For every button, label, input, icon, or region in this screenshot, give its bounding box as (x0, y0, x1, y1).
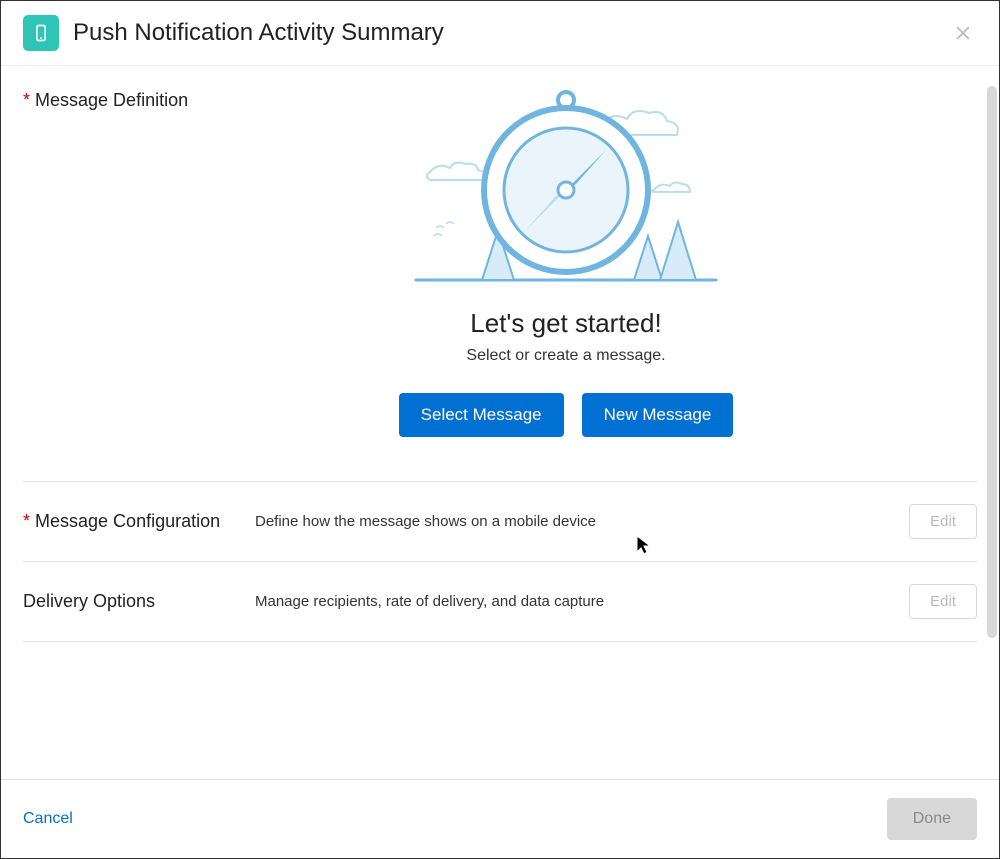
select-message-button[interactable]: Select Message (399, 393, 564, 437)
close-icon (954, 24, 972, 42)
modal-footer: Cancel Done (1, 779, 999, 858)
message-configuration-section: Message Configuration Define how the mes… (23, 482, 977, 562)
edit-configuration-button[interactable]: Edit (909, 504, 977, 539)
cancel-button[interactable]: Cancel (23, 810, 73, 828)
get-started-title: Let's get started! (470, 308, 661, 339)
compass-illustration (406, 80, 726, 290)
modal-body: Message Definition (1, 66, 999, 779)
delivery-options-section: Delivery Options Manage recipients, rate… (23, 562, 977, 642)
delivery-options-label: Delivery Options (23, 591, 255, 612)
new-message-button[interactable]: New Message (582, 393, 734, 437)
modal-header: Push Notification Activity Summary (1, 1, 999, 66)
delivery-options-desc: Manage recipients, rate of delivery, and… (255, 593, 909, 610)
done-button[interactable]: Done (887, 798, 977, 840)
push-notification-modal: Push Notification Activity Summary Messa… (0, 0, 1000, 859)
phone-icon (23, 15, 59, 51)
message-definition-section: Message Definition (23, 66, 977, 482)
scrollbar[interactable] (987, 86, 997, 638)
close-button[interactable] (949, 19, 977, 47)
message-configuration-label: Message Configuration (23, 511, 255, 532)
message-configuration-desc: Define how the message shows on a mobile… (255, 513, 909, 530)
message-action-buttons: Select Message New Message (399, 393, 734, 437)
modal-title: Push Notification Activity Summary (73, 19, 444, 47)
get-started-panel: Let's get started! Select or create a me… (155, 80, 977, 453)
get-started-subtitle: Select or create a message. (466, 347, 665, 365)
edit-delivery-button[interactable]: Edit (909, 584, 977, 619)
